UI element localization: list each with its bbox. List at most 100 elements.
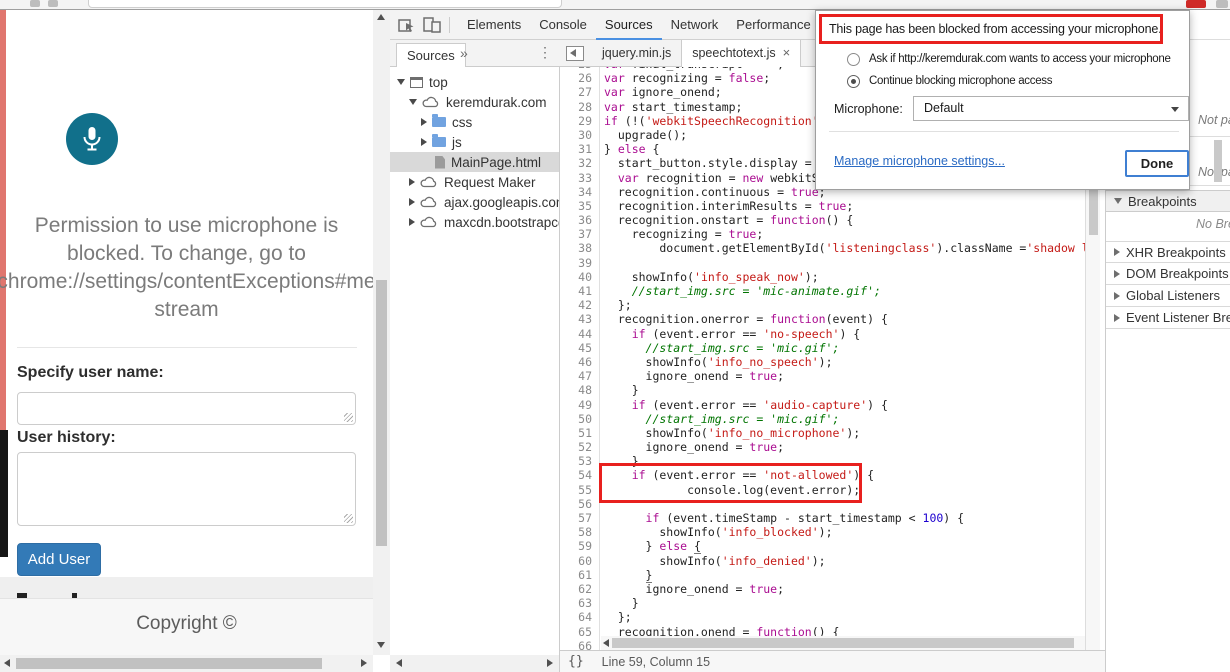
line-number[interactable]: 26 [560,71,600,86]
radio-continue-blocking-label[interactable]: Continue blocking microphone access [869,75,1053,87]
tree-item-js[interactable]: js [390,132,559,152]
editor-tab-jquery-min-js[interactable]: jquery.min.js [592,40,681,67]
tree-disclosure-arrow[interactable] [421,138,427,146]
line-number[interactable]: 64 [560,610,600,625]
line-number[interactable]: 55 [560,482,600,497]
scroll-thumb[interactable] [16,658,322,669]
scroll-left-arrow[interactable] [4,659,10,667]
line-number[interactable]: 46 [560,354,600,370]
line-number[interactable]: 62 [560,581,600,597]
sidebar-section-dom-breakpoints[interactable]: DOM Breakpoints [1106,263,1230,285]
line-number[interactable]: 52 [560,440,600,455]
line-number[interactable]: 49 [560,397,600,412]
scroll-right-arrow[interactable] [361,659,367,667]
line-number[interactable]: 34 [560,184,600,199]
line-number[interactable]: 56 [560,496,600,511]
line-number[interactable]: 43 [560,312,600,327]
sidebar-scroll-thumb[interactable] [1214,140,1222,182]
line-number[interactable]: 29 [560,113,600,128]
tree-disclosure-arrow[interactable] [409,178,415,186]
editor-tab-speechtotext-js[interactable]: speechtotext.js × [681,39,802,67]
tree-disclosure-arrow[interactable] [397,79,405,85]
line-number[interactable]: 63 [560,596,600,611]
devtools-tab-console[interactable]: Console [530,10,596,40]
line-number[interactable]: 27 [560,85,600,100]
line-number[interactable]: 65 [560,624,600,639]
line-number[interactable]: 54 [560,468,600,483]
tree-item-request-maker[interactable]: Request Maker [390,172,559,192]
line-number[interactable]: 61 [560,567,600,582]
line-number[interactable]: 36 [560,213,600,228]
line-number[interactable]: 45 [560,340,600,355]
inspect-element-icon[interactable] [398,16,415,33]
history-textarea[interactable] [17,452,356,526]
line-number[interactable]: 57 [560,511,600,526]
devtools-tab-sources[interactable]: Sources [595,10,662,40]
line-number[interactable]: 40 [560,269,600,284]
microphone-select[interactable]: Default [913,96,1189,121]
more-tabs-chevron[interactable]: » [460,45,468,61]
tree-item-top[interactable]: top [390,72,559,92]
radio-ask-label[interactable]: Ask if http://keremdurak.com wants to ac… [869,53,1171,65]
navigator-horizontal-scrollbar[interactable] [390,655,560,672]
username-input[interactable] [17,392,356,425]
tree-disclosure-arrow[interactable] [409,218,415,226]
navigator-sources-tab[interactable]: Sources [396,43,466,67]
page-vertical-scrollbar[interactable] [373,10,390,655]
omnibox-fragment[interactable] [88,0,562,8]
line-number[interactable]: 60 [560,553,600,568]
sidebar-section-xhr-breakpoints[interactable]: XHR Breakpoints [1106,241,1230,263]
line-number[interactable]: 38 [560,241,600,256]
tree-item-keremdurak-com[interactable]: keremdurak.com [390,92,559,112]
tree-item-maxcdn-bootstrapcdn-com[interactable]: maxcdn.bootstrapcdn.com [390,212,559,232]
scroll-left-arrow[interactable] [603,639,609,647]
tree-item-mainpage-html[interactable]: MainPage.html [390,152,559,172]
line-number[interactable]: 53 [560,454,600,469]
tree-disclosure-arrow[interactable] [409,99,417,105]
done-button[interactable]: Done [1125,150,1189,177]
line-number[interactable]: 58 [560,525,600,540]
microphone-button[interactable] [66,113,118,165]
pretty-print-icon[interactable]: {} [568,654,584,669]
line-number[interactable]: 48 [560,383,600,398]
tree-item-ajax-googleapis-com[interactable]: ajax.googleapis.com [390,192,559,212]
add-user-button[interactable]: Add User [17,543,101,576]
line-number[interactable]: 59 [560,539,600,554]
devtools-tab-elements[interactable]: Elements [458,10,530,40]
mic-blocked-omnibox-icon[interactable] [1186,0,1206,8]
editor-horizontal-scrollbar[interactable] [601,636,1085,650]
line-number[interactable]: 28 [560,99,600,114]
line-number[interactable]: 66 [560,638,600,650]
manage-settings-link[interactable]: Manage microphone settings... [834,154,1005,168]
menu-dots-icon[interactable]: ⋮ [538,44,552,61]
line-number[interactable]: 39 [560,255,600,270]
line-number[interactable]: 33 [560,170,600,185]
tree-item-css[interactable]: css [390,112,559,132]
device-toolbar-icon[interactable] [423,16,441,33]
sidebar-section-event-listener-breakpoints[interactable]: Event Listener Breakpoints [1106,307,1230,329]
scroll-thumb[interactable] [376,280,387,546]
line-number[interactable]: 42 [560,298,600,313]
line-number[interactable]: 31 [560,142,600,157]
resize-grip[interactable] [344,413,353,422]
line-number[interactable]: 41 [560,284,600,299]
scroll-right-arrow[interactable] [547,659,553,667]
tree-disclosure-arrow[interactable] [409,198,415,206]
line-number[interactable]: 44 [560,326,600,341]
close-icon[interactable]: × [783,45,791,60]
scroll-down-arrow[interactable] [377,642,385,648]
devtools-tab-network[interactable]: Network [662,10,728,40]
line-number[interactable]: 37 [560,227,600,242]
page-horizontal-scrollbar[interactable] [0,655,373,672]
breakpoints-section-header[interactable]: Breakpoints [1106,190,1230,212]
radio-ask[interactable] [847,53,860,66]
radio-continue-blocking[interactable] [847,75,860,88]
scroll-up-arrow[interactable] [377,14,385,20]
devtools-tab-performance[interactable]: Performance [727,10,819,40]
hide-navigator-icon[interactable] [566,45,584,61]
tree-disclosure-arrow[interactable] [421,118,427,126]
scroll-left-arrow[interactable] [396,659,402,667]
line-number[interactable]: 35 [560,198,600,214]
sidebar-section-global-listeners[interactable]: Global Listeners [1106,285,1230,307]
scroll-thumb[interactable] [612,638,1074,648]
